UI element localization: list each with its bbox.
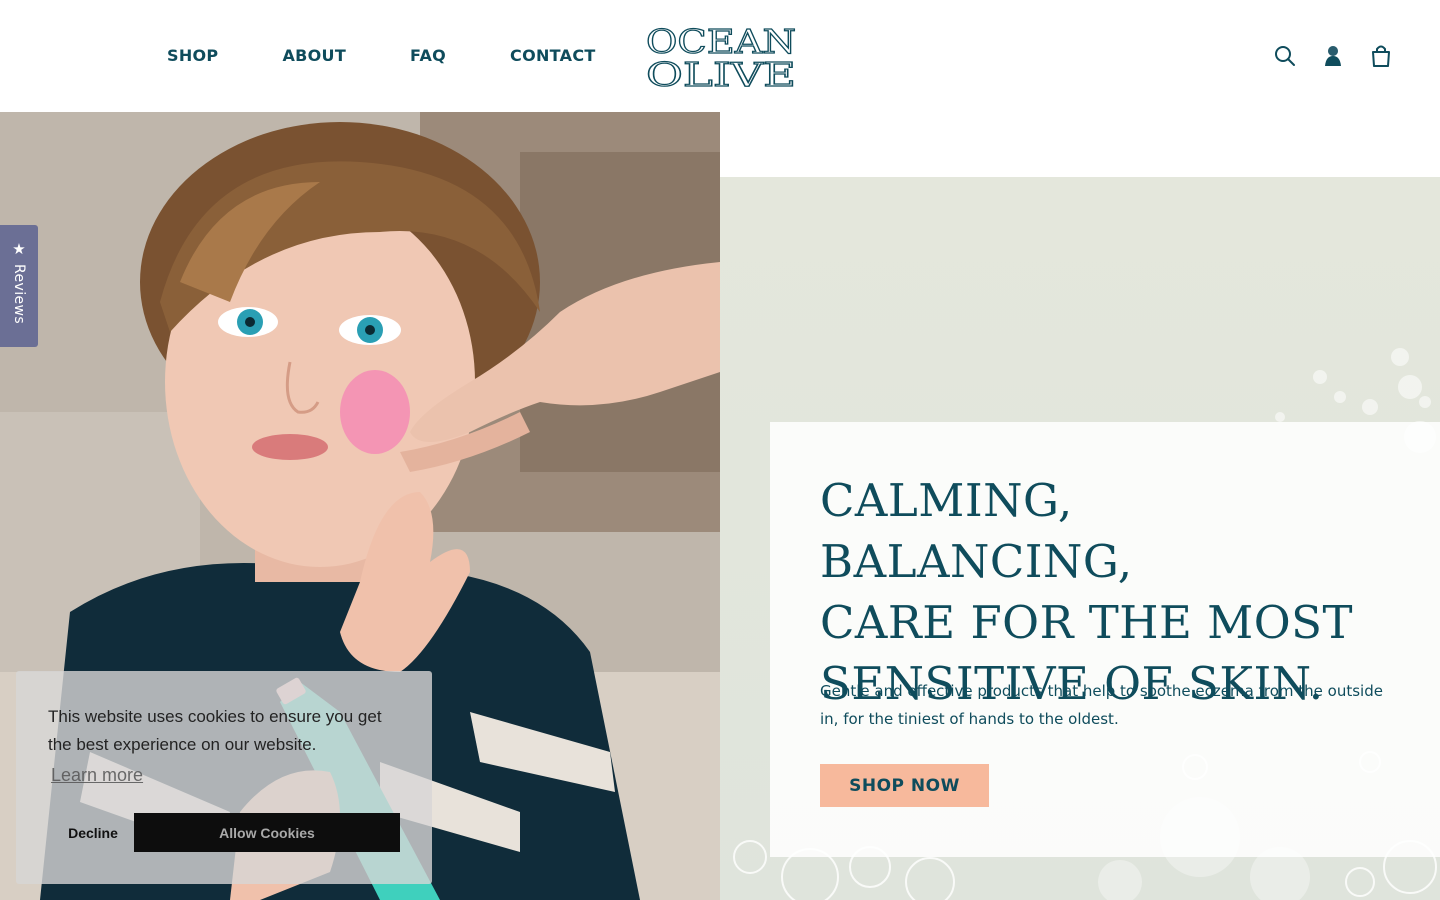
search-icon[interactable]: [1274, 42, 1296, 70]
header-icons: [1274, 42, 1392, 70]
hero-subtitle: Gentle and effective products that help …: [820, 682, 1383, 728]
cookie-message: This website uses cookies to ensure you …: [48, 707, 382, 754]
nav-shop[interactable]: SHOP: [167, 46, 218, 66]
star-icon: ★: [12, 240, 26, 258]
reviews-tab[interactable]: ★ Reviews: [0, 225, 38, 347]
logo-line-olive: OLIVE: [646, 55, 796, 92]
reviews-tab-label: Reviews: [11, 264, 27, 325]
account-icon[interactable]: [1322, 42, 1344, 70]
nav-about[interactable]: ABOUT: [282, 46, 346, 66]
site-header: SHOP ABOUT FAQ CONTACT OCEAN OLIVE: [0, 0, 1440, 112]
cookie-banner: This website uses cookies to ensure you …: [16, 671, 432, 884]
shop-now-button[interactable]: SHOP NOW: [820, 764, 989, 807]
main-nav: SHOP ABOUT FAQ CONTACT: [167, 46, 660, 66]
cart-icon[interactable]: [1370, 42, 1392, 70]
ocean-olive-logo[interactable]: OCEAN OLIVE: [644, 22, 800, 92]
nav-contact[interactable]: CONTACT: [510, 46, 596, 66]
learn-more-link[interactable]: Learn more: [51, 765, 143, 786]
allow-cookies-button[interactable]: Allow Cookies: [134, 813, 400, 852]
nav-faq[interactable]: FAQ: [410, 46, 446, 66]
